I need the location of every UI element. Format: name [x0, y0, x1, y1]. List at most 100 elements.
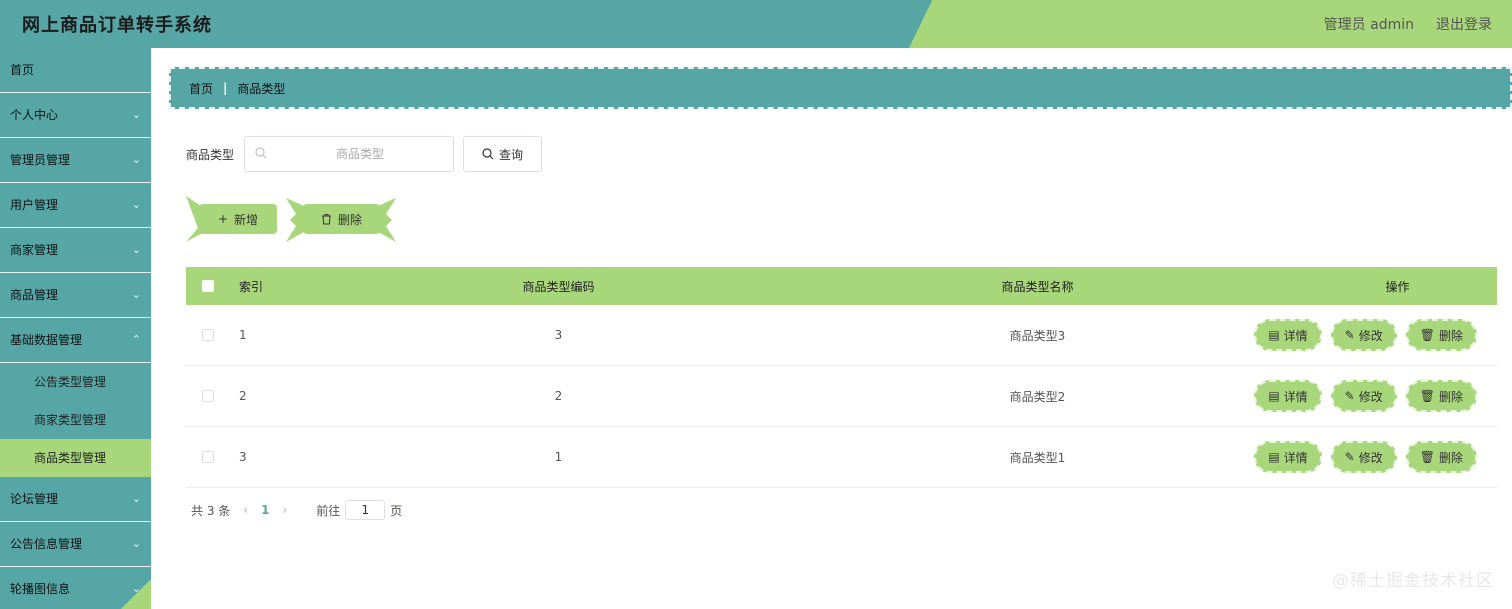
trash-icon: 🗑	[1419, 389, 1435, 403]
sidebar: 首页 个人中心 ⌄ 管理员管理 ⌄ 用户管理 ⌄ 商家管理 ⌄ 商品管理 ⌄ 基…	[0, 48, 151, 609]
query-button-label: 查询	[499, 147, 524, 162]
delete-button-label: 删除	[337, 212, 362, 227]
data-table: 索引 商品类型编码 商品类型名称 操作 1 3 商品类型3 ▤ 详情 ✎ 修改 …	[186, 267, 1497, 488]
sidebar-item-label: 基础数据管理	[10, 333, 83, 347]
cell-index: 2	[239, 389, 247, 403]
table-row: 3 1 商品类型1 ▤ 详情 ✎ 修改 🗑 删除	[186, 427, 1497, 488]
delete-label: 删除	[1438, 450, 1463, 465]
sidebar-item-forum-management[interactable]: 论坛管理 ⌄	[0, 477, 151, 522]
column-header-name: 商品类型名称	[1001, 279, 1074, 294]
sidebar-item-label: 轮播图信息	[10, 582, 71, 596]
cell-code: 1	[554, 450, 563, 464]
sidebar-item-label: 商家管理	[10, 243, 59, 257]
detail-button[interactable]: ▤ 详情	[1254, 319, 1322, 351]
logout-link[interactable]: 退出登录	[1436, 14, 1492, 34]
breadcrumb: 首页 | 商品类型	[169, 67, 1512, 109]
delete-button[interactable]: 🗑 删除	[1405, 319, 1477, 351]
chevron-down-icon: ⌄	[131, 108, 141, 121]
sidebar-subitem-notice-types[interactable]: 公告类型管理	[0, 363, 151, 401]
edit-label: 修改	[1358, 328, 1383, 343]
next-page-icon[interactable]: ›	[282, 503, 287, 517]
cell-name: 商品类型2	[1009, 389, 1066, 404]
column-header-index: 索引	[239, 279, 264, 294]
edit-button[interactable]: ✎ 修改	[1330, 441, 1397, 473]
chevron-down-icon: ⌄	[131, 153, 141, 166]
edit-button[interactable]: ✎ 修改	[1330, 319, 1397, 351]
detail-label: 详情	[1283, 328, 1308, 343]
cell-index: 3	[239, 450, 247, 464]
sidebar-item-home[interactable]: 首页	[0, 48, 151, 93]
sidebar-subitem-merchant-types[interactable]: 商家类型管理	[0, 401, 151, 439]
detail-button[interactable]: ▤ 详情	[1254, 441, 1322, 473]
trash-icon: 🗑	[1419, 450, 1435, 464]
chevron-down-icon: ⌄	[131, 492, 141, 505]
add-button[interactable]: + 新增	[199, 204, 277, 234]
document-icon: ▤	[1268, 450, 1280, 464]
current-user-label[interactable]: 管理员 admin	[1324, 14, 1414, 34]
goto-label: 前往	[316, 503, 341, 518]
sidebar-item-label: 用户管理	[10, 198, 59, 212]
sidebar-item-label: 首页	[10, 63, 35, 77]
edit-icon: ✎	[1344, 389, 1355, 403]
header-user-area: 管理员 admin 退出登录	[1324, 14, 1492, 34]
delete-button[interactable]: 🗑 删除	[1405, 380, 1477, 412]
delete-label: 删除	[1438, 328, 1463, 343]
sidebar-item-admin-management[interactable]: 管理员管理 ⌄	[0, 138, 151, 183]
sidebar-item-personal-center[interactable]: 个人中心 ⌄	[0, 93, 151, 138]
row-actions: ▤ 详情 ✎ 修改 🗑 删除	[1254, 441, 1477, 473]
delete-button[interactable]: 🗑 删除	[1405, 441, 1477, 473]
edit-button[interactable]: ✎ 修改	[1330, 380, 1397, 412]
app-title: 网上商品订单转手系统	[22, 15, 212, 36]
sidebar-item-label: 商品管理	[10, 288, 59, 302]
sidebar-item-label: 论坛管理	[10, 492, 59, 506]
edit-label: 修改	[1358, 389, 1383, 404]
row-actions: ▤ 详情 ✎ 修改 🗑 删除	[1254, 380, 1477, 412]
watermark: @稀土掘金技术社区	[1332, 571, 1494, 591]
row-actions: ▤ 详情 ✎ 修改 🗑 删除	[1254, 319, 1477, 351]
sidebar-item-base-data-management[interactable]: 基础数据管理 ⌃	[0, 318, 151, 363]
query-button[interactable]: 查询	[463, 136, 543, 172]
goto-page-input[interactable]	[345, 500, 386, 520]
trash-icon	[321, 214, 331, 225]
select-all-checkbox[interactable]	[202, 280, 214, 292]
sidebar-subitem-product-types[interactable]: 商品类型管理	[0, 439, 151, 477]
sidebar-item-label: 个人中心	[10, 108, 59, 122]
chevron-down-icon: ⌄	[131, 537, 141, 550]
row-checkbox[interactable]	[202, 451, 214, 463]
document-icon: ▤	[1268, 328, 1280, 342]
add-button-label: 新增	[234, 212, 259, 227]
sidebar-item-product-management[interactable]: 商品管理 ⌄	[0, 273, 151, 318]
column-header-code: 商品类型编码	[522, 279, 595, 294]
current-page-number[interactable]: 1	[261, 503, 269, 517]
row-checkbox[interactable]	[202, 390, 214, 402]
detail-label: 详情	[1283, 389, 1308, 404]
sidebar-item-merchant-management[interactable]: 商家管理 ⌄	[0, 228, 151, 273]
cell-name: 商品类型3	[1009, 328, 1066, 343]
table-row: 1 3 商品类型3 ▤ 详情 ✎ 修改 🗑 删除	[186, 305, 1497, 366]
table-row: 2 2 商品类型2 ▤ 详情 ✎ 修改 🗑 删除	[186, 366, 1497, 427]
search-icon	[255, 147, 267, 159]
breadcrumb-separator: |	[223, 81, 228, 95]
pagination: 共 3 条 ‹ 1 › 前往 页	[191, 500, 402, 520]
edit-label: 修改	[1358, 450, 1383, 465]
breadcrumb-home[interactable]: 首页	[189, 80, 213, 97]
sidebar-item-label: 公告信息管理	[10, 537, 83, 551]
chevron-down-icon: ⌄	[131, 288, 141, 301]
sidebar-item-label: 管理员管理	[10, 153, 71, 167]
sidebar-item-notice-management[interactable]: 公告信息管理 ⌄	[0, 522, 151, 567]
cell-code: 2	[554, 389, 563, 403]
document-icon: ▤	[1268, 389, 1280, 403]
page-suffix: 页	[390, 503, 403, 518]
delete-label: 删除	[1438, 389, 1463, 404]
detail-button[interactable]: ▤ 详情	[1254, 380, 1322, 412]
search-input[interactable]	[275, 137, 446, 171]
cell-code: 3	[554, 328, 563, 342]
row-checkbox[interactable]	[202, 329, 214, 341]
batch-delete-button[interactable]: 删除	[303, 204, 380, 234]
detail-label: 详情	[1283, 450, 1308, 465]
prev-page-icon[interactable]: ‹	[243, 503, 248, 517]
search-box	[244, 136, 455, 172]
chevron-down-icon: ⌄	[131, 198, 141, 211]
sidebar-item-user-management[interactable]: 用户管理 ⌄	[0, 183, 151, 228]
cell-index: 1	[239, 328, 247, 342]
